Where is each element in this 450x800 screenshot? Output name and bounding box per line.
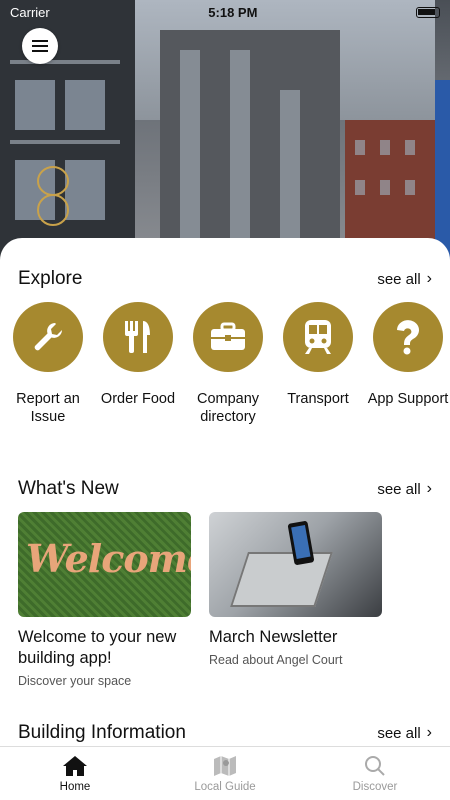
tab-label: Home [59, 780, 91, 793]
question-icon [397, 320, 419, 355]
home-content: Explore see all › Report an Issue Order … [0, 238, 450, 746]
explore-item-label: Company directory [196, 391, 260, 425]
news-title: Welcome to your new building app! [18, 628, 177, 667]
map-icon [214, 755, 236, 776]
battery-icon [416, 6, 440, 18]
tab-discover[interactable]: Discover [300, 747, 450, 800]
explore-item-app-support[interactable]: App Support [367, 302, 449, 426]
tab-local-guide[interactable]: Local Guide [150, 747, 300, 800]
explore-carousel[interactable]: Report an Issue Order Food Company direc… [10, 302, 450, 426]
briefcase-icon [211, 322, 245, 350]
explore-header: Explore see all › [18, 268, 432, 290]
chevron-right-icon: › [426, 480, 432, 497]
news-card-newsletter[interactable]: March Newsletter Read about Angel Court [209, 512, 382, 688]
chevron-right-icon: › [426, 270, 432, 287]
home-icon [63, 755, 87, 776]
building-info-title: Building Information [18, 722, 186, 743]
whats-new-carousel[interactable]: Welcome Welcome to your new building app… [18, 512, 382, 688]
explore-item-label: App Support [367, 391, 449, 407]
explore-item-order-food[interactable]: Order Food [100, 302, 176, 426]
chevron-right-icon: › [426, 724, 432, 741]
hamburger-menu-icon [32, 40, 48, 52]
status-time: 5:18 PM [208, 4, 258, 20]
news-image-welcome: Welcome [18, 512, 191, 617]
carrier-label: Carrier [10, 4, 50, 20]
explore-item-company-directory[interactable]: Company directory [190, 302, 266, 426]
angel-court-logo [37, 166, 69, 226]
building-info-header: Building Information see all › [18, 722, 432, 744]
tab-label: Discover [352, 780, 398, 793]
search-icon [365, 755, 385, 776]
news-subtitle: Read about Angel Court [209, 653, 343, 667]
explore-title: Explore [18, 268, 83, 289]
explore-item-label: Order Food [100, 391, 176, 407]
news-image-newsletter [209, 512, 382, 617]
explore-item-label: Report an Issue [16, 391, 80, 425]
menu-button[interactable] [22, 28, 58, 64]
tab-bar: Home Local Guide Discover [0, 746, 450, 800]
building-info-see-all[interactable]: see all › [377, 724, 432, 742]
news-title: March Newsletter [209, 628, 338, 646]
explore-item-label: Transport [287, 391, 349, 407]
news-subtitle: Discover your space [18, 674, 132, 688]
news-card-welcome[interactable]: Welcome Welcome to your new building app… [18, 512, 191, 688]
train-icon [305, 320, 331, 354]
whats-new-see-all[interactable]: see all › [377, 480, 432, 498]
tab-label: Local Guide [194, 780, 256, 793]
explore-item-transport[interactable]: Transport [280, 302, 356, 426]
wrench-icon [34, 323, 62, 351]
explore-item-report-issue[interactable]: Report an Issue [10, 302, 86, 426]
fork-knife-icon [125, 321, 150, 353]
status-bar: Carrier 5:18 PM [0, 0, 450, 24]
whats-new-title: What's New [18, 478, 119, 499]
tab-home[interactable]: Home [0, 747, 150, 800]
whats-new-header: What's New see all › [18, 478, 432, 500]
explore-see-all[interactable]: see all › [377, 270, 432, 288]
welcome-sign: Welcome [26, 536, 191, 581]
